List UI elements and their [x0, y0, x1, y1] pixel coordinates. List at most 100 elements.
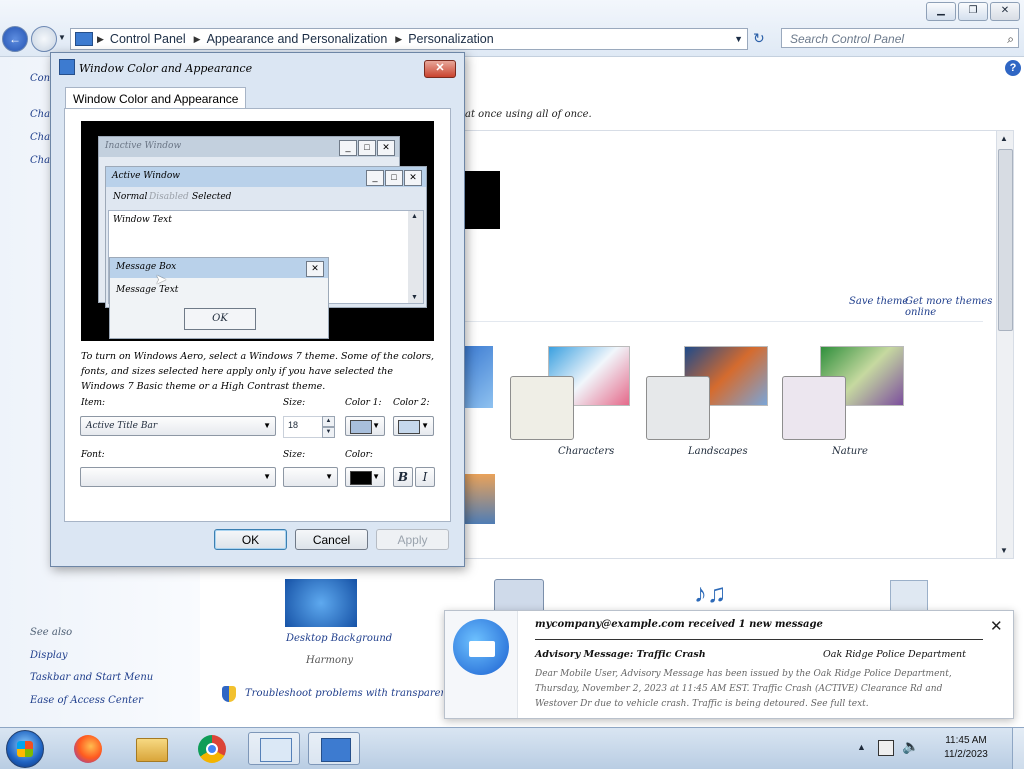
- appearance-preview: Inactive Window _ □ ✕ Active Window _ □ …: [81, 121, 434, 341]
- font-color-label: Color:: [345, 450, 373, 460]
- show-hidden-icons-icon[interactable]: ▲: [857, 742, 866, 752]
- window-color-icon[interactable]: [494, 579, 544, 613]
- back-arrow-icon: ←: [9, 32, 21, 46]
- size-stepper[interactable]: ▲ ▼: [322, 416, 335, 438]
- notification-icon-area: [445, 611, 518, 718]
- theme-characters[interactable]: Characters: [510, 344, 640, 457]
- dialog-close-button[interactable]: ✕: [424, 60, 456, 78]
- address-dropdown-icon[interactable]: ▼: [734, 34, 743, 44]
- size-label: Size:: [283, 398, 306, 408]
- theme-thumbnail-dark[interactable]: [463, 171, 500, 229]
- color1-picker[interactable]: ▼: [345, 416, 385, 436]
- breadcrumb-sep-icon: ▶: [395, 33, 403, 44]
- dialog-title: Window Color and Appearance: [79, 62, 253, 75]
- scrollbar-thumb[interactable]: [998, 149, 1013, 331]
- sounds-icon[interactable]: ♪♫: [694, 578, 727, 609]
- notification-body: Dear Mobile User, Advisory Message has b…: [535, 669, 952, 709]
- taskbar-control-panel[interactable]: [248, 732, 300, 765]
- tab-window-color[interactable]: Window Color and Appearance: [65, 87, 247, 110]
- font-size-dropdown[interactable]: ▼: [283, 467, 338, 487]
- clock[interactable]: 11:45 AM 11/2/2023: [935, 734, 997, 762]
- font-label: Font:: [81, 450, 105, 460]
- cancel-button[interactable]: Cancel: [295, 529, 368, 550]
- notification-sender: Oak Ridge Police Department: [823, 649, 966, 660]
- font-color-picker[interactable]: ▼: [345, 467, 385, 487]
- breadcrumb-appearance[interactable]: Appearance and Personalization: [207, 32, 388, 46]
- size-spinner[interactable]: 18: [283, 416, 323, 438]
- theme-landscapes[interactable]: Landscapes: [646, 344, 776, 457]
- theme-thumbnail-partial[interactable]: [463, 346, 493, 408]
- close-window-button[interactable]: ✕: [990, 2, 1020, 21]
- color1-swatch: [350, 420, 372, 434]
- stepper-up-icon[interactable]: ▲: [322, 416, 335, 427]
- theme-thumbnail-partial[interactable]: [463, 474, 495, 524]
- clock-time: 11:45 AM: [945, 735, 987, 746]
- bold-icon: B: [397, 470, 409, 484]
- preview-minimize-icon: _: [366, 170, 384, 186]
- taskbar-firefox[interactable]: [62, 732, 114, 765]
- ok-button[interactable]: OK: [214, 529, 287, 550]
- desktop-background-link[interactable]: Desktop Background: [286, 633, 392, 644]
- breadcrumb-sep-icon: ▶: [193, 33, 201, 44]
- breadcrumb-control-panel[interactable]: Control Panel: [110, 32, 186, 46]
- notification-close-icon[interactable]: ✕: [990, 617, 1003, 635]
- preview-close-icon: ✕: [377, 140, 395, 156]
- desktop-background-thumbnail[interactable]: [285, 579, 357, 627]
- back-button[interactable]: ←: [2, 26, 28, 52]
- window-text-sample: Window Text: [113, 215, 172, 225]
- taskbar-explorer[interactable]: [124, 732, 176, 765]
- taskbar-window-color[interactable]: [308, 732, 360, 765]
- active-window-title: Active Window: [112, 171, 180, 181]
- theme-list-scrollbar[interactable]: ▲ ▼: [996, 131, 1013, 558]
- volume-icon[interactable]: 🔈: [902, 738, 919, 755]
- message-box-title-bar: Message Box ✕: [110, 258, 328, 278]
- recent-pages-chevron-icon[interactable]: ▼: [58, 33, 66, 42]
- item-dropdown[interactable]: Active Title Bar ▼: [80, 416, 276, 436]
- item-label: Item:: [81, 398, 106, 408]
- save-theme-link[interactable]: Save theme: [849, 296, 908, 307]
- troubleshoot-link[interactable]: Troubleshoot problems with transparency …: [245, 688, 443, 699]
- dialog-tab-content: Inactive Window _ □ ✕ Active Window _ □ …: [64, 108, 451, 522]
- see-also-ease-of-access[interactable]: Ease of Access Center: [30, 695, 143, 706]
- mouse-cursor-icon: ➤: [155, 271, 167, 287]
- italic-button[interactable]: I: [415, 467, 435, 487]
- network-icon[interactable]: [878, 740, 894, 756]
- start-button[interactable]: [6, 730, 44, 768]
- notification-subject: Advisory Message: Traffic Crash: [535, 649, 706, 660]
- preview-message-box: Message Box ✕ Message Text OK: [109, 257, 329, 339]
- bold-button[interactable]: B: [393, 467, 413, 487]
- notification-divider: [535, 639, 983, 640]
- forward-button[interactable]: [31, 26, 57, 52]
- item-dropdown-value: Active Title Bar: [86, 421, 158, 431]
- mail-notification[interactable]: mycompany@example.com received 1 new mes…: [444, 610, 1014, 719]
- scroll-down-icon[interactable]: ▼: [1000, 546, 1008, 555]
- font-dropdown[interactable]: ▼: [80, 467, 276, 487]
- theme-name: Nature: [832, 446, 868, 457]
- address-bar[interactable]: ▶ Control Panel ▶ Appearance and Persona…: [70, 28, 748, 50]
- show-desktop-button[interactable]: [1012, 728, 1024, 769]
- see-also-display[interactable]: Display: [30, 650, 68, 661]
- color2-label: Color 2:: [393, 398, 430, 408]
- color2-picker[interactable]: ▼: [393, 416, 434, 436]
- font-color-swatch: [350, 471, 372, 485]
- window-color-icon: [321, 738, 351, 762]
- scroll-up-icon[interactable]: ▲: [1000, 134, 1008, 143]
- stepper-down-icon[interactable]: ▼: [322, 427, 335, 438]
- theme-color-swatch: [510, 376, 574, 440]
- apply-button[interactable]: Apply: [376, 529, 449, 550]
- minimize-button[interactable]: ▁: [926, 2, 956, 21]
- maximize-button[interactable]: ❐: [958, 2, 988, 21]
- help-icon[interactable]: ?: [1005, 60, 1021, 76]
- menu-disabled: Disabled: [149, 192, 189, 202]
- screen-saver-icon[interactable]: [890, 580, 928, 612]
- see-also-taskbar[interactable]: Taskbar and Start Menu: [30, 672, 153, 683]
- search-input[interactable]: Search Control Panel ⌕: [781, 28, 1019, 48]
- personalization-intro: at once using all of once.: [465, 109, 592, 120]
- refresh-icon[interactable]: ↻: [753, 30, 765, 47]
- inactive-window-title: Inactive Window: [105, 141, 182, 151]
- theme-name: Landscapes: [688, 446, 748, 457]
- theme-nature[interactable]: Nature: [782, 344, 912, 457]
- breadcrumb-personalization[interactable]: Personalization: [408, 32, 493, 46]
- preview-ok-button: OK: [184, 308, 256, 330]
- taskbar-chrome[interactable]: [186, 732, 238, 765]
